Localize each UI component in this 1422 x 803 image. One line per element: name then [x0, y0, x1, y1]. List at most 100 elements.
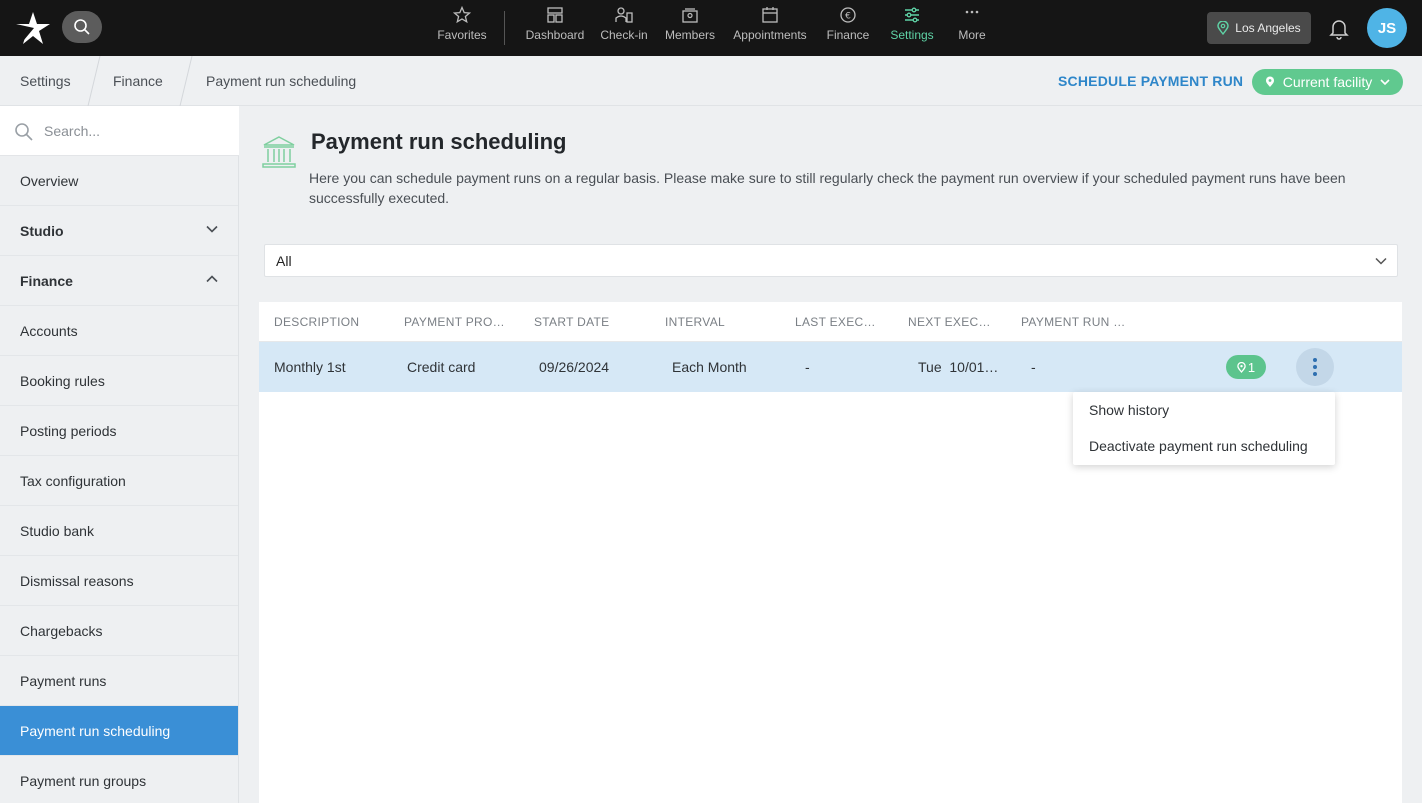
sidebar-item-label: Accounts — [20, 322, 78, 339]
search-icon — [15, 123, 33, 141]
breadcrumb-separator — [179, 56, 193, 106]
sidebar-item-studio[interactable]: Studio — [0, 206, 238, 256]
cell-last-execution: - — [805, 359, 810, 375]
cell-payment-run: - — [1031, 359, 1036, 375]
sidebar-item-payment-runs[interactable]: Payment runs — [0, 656, 238, 706]
dashboard-icon — [547, 7, 563, 23]
bell-icon — [1329, 20, 1349, 40]
current-facility-label: Current facility — [1282, 74, 1373, 90]
star-icon — [453, 6, 471, 24]
map-pin-icon — [1237, 361, 1246, 373]
check-in-icon — [615, 7, 633, 23]
user-avatar[interactable]: JS — [1367, 8, 1407, 48]
menu-item-deactivate-scheduling[interactable]: Deactivate payment run scheduling — [1089, 438, 1308, 454]
sidebar-item-accounts[interactable]: Accounts — [0, 306, 238, 356]
status-filter-select[interactable]: All — [264, 244, 1398, 277]
main-content: Payment run scheduling Here you can sche… — [239, 106, 1422, 803]
cell-interval: Each Month — [672, 359, 747, 375]
column-header-description[interactable]: DESCRIPTION — [274, 315, 359, 329]
table-header: DESCRIPTION PAYMENT PRO… START DATE INTE… — [259, 302, 1402, 342]
settings-sidebar: Overview Studio Finance Accounts Booking… — [0, 106, 239, 803]
column-header-interval[interactable]: INTERVAL — [665, 315, 725, 329]
breadcrumb: Settings Finance Payment run scheduling … — [0, 56, 1422, 106]
chevron-down-icon — [1380, 79, 1390, 86]
breadcrumb-finance[interactable]: Finance — [113, 73, 163, 89]
top-navigation-bar: Favorites Dashboard Check-in Members App… — [0, 0, 1422, 56]
page-title: Payment run scheduling — [311, 129, 567, 154]
members-icon — [682, 8, 698, 23]
page-description: Here you can schedule payment runs on a … — [309, 170, 1346, 206]
app-logo[interactable] — [14, 10, 52, 46]
bank-icon — [262, 136, 296, 168]
sidebar-search — [0, 106, 239, 156]
nav-settings[interactable]: Settings — [886, 6, 938, 50]
cell-payment-profile: Credit card — [407, 359, 476, 375]
more-icon — [965, 10, 979, 14]
column-header-payment-profile[interactable]: PAYMENT PRO… — [404, 315, 505, 329]
sidebar-item-label: Tax configuration — [20, 472, 126, 489]
sidebar-item-tax-configuration[interactable]: Tax configuration — [0, 456, 238, 506]
sliders-icon — [905, 7, 919, 23]
svg-text:€: € — [845, 12, 851, 22]
chevron-down-icon — [1375, 257, 1387, 265]
sidebar-item-payment-run-scheduling[interactable]: Payment run scheduling — [0, 706, 238, 756]
row-actions-button[interactable] — [1296, 348, 1334, 386]
payment-run-schedule-table: DESCRIPTION PAYMENT PRO… START DATE INTE… — [259, 302, 1402, 803]
nav-appointments[interactable]: Appointments — [728, 6, 812, 50]
notifications-button[interactable] — [1327, 16, 1351, 40]
current-facility-selector[interactable]: Current facility — [1252, 69, 1403, 95]
sidebar-item-overview[interactable]: Overview — [0, 156, 238, 206]
nav-more[interactable]: More — [950, 6, 994, 50]
cell-next-execution: Tue 10/01… — [918, 359, 999, 375]
schedule-payment-run-button[interactable]: SCHEDULE PAYMENT RUN — [1058, 73, 1243, 89]
nav-check-in-label: Check-in — [600, 28, 648, 42]
location-label: Los Angeles — [1235, 21, 1301, 35]
sidebar-item-label: Chargebacks — [20, 622, 103, 639]
sidebar-item-chargebacks[interactable]: Chargebacks — [0, 606, 238, 656]
sidebar-item-label: Finance — [20, 272, 73, 289]
sidebar-item-posting-periods[interactable]: Posting periods — [0, 406, 238, 456]
column-header-payment-run[interactable]: PAYMENT RUN … — [1021, 315, 1126, 329]
location-count-badge[interactable]: 1 — [1226, 355, 1266, 379]
column-header-start-date[interactable]: START DATE — [534, 315, 609, 329]
chevron-down-icon — [206, 225, 218, 233]
column-header-next-execution[interactable]: NEXT EXEC… — [908, 315, 991, 329]
sidebar-item-finance[interactable]: Finance — [0, 256, 238, 306]
sidebar-item-label: Overview — [20, 172, 79, 189]
nav-favorites[interactable]: Favorites — [436, 6, 488, 50]
location-selector[interactable]: Los Angeles — [1207, 12, 1311, 44]
breadcrumb-current: Payment run scheduling — [206, 73, 357, 89]
calendar-icon — [762, 7, 778, 23]
sidebar-item-label: Payment run groups — [20, 772, 147, 789]
nav-favorites-label: Favorites — [437, 28, 487, 42]
location-count: 1 — [1247, 359, 1256, 375]
breadcrumb-separator — [87, 56, 101, 106]
chevron-up-icon — [206, 275, 218, 283]
column-header-last-execution[interactable]: LAST EXEC… — [795, 315, 876, 329]
sidebar-item-booking-rules[interactable]: Booking rules — [0, 356, 238, 406]
nav-members[interactable]: Members — [662, 6, 718, 50]
kebab-menu-icon — [1313, 358, 1317, 376]
table-row[interactable]: Monthly 1st Credit card 09/26/2024 Each … — [259, 342, 1402, 392]
sidebar-item-studio-bank[interactable]: Studio bank — [0, 506, 238, 556]
nav-settings-label: Settings — [890, 28, 934, 42]
nav-finance-label: Finance — [826, 28, 870, 42]
global-search-button[interactable] — [62, 11, 102, 43]
status-filter-value: All — [276, 252, 292, 269]
search-icon — [74, 19, 90, 35]
sidebar-search-input[interactable] — [44, 120, 224, 142]
cell-start-date: 09/26/2024 — [539, 359, 610, 375]
nav-check-in[interactable]: Check-in — [598, 6, 650, 50]
breadcrumb-settings[interactable]: Settings — [20, 73, 71, 89]
nav-divider — [504, 11, 505, 45]
nav-appointments-label: Appointments — [733, 28, 807, 42]
sidebar-item-payment-run-groups[interactable]: Payment run groups — [0, 756, 238, 803]
sidebar-item-label: Payment runs — [20, 672, 107, 689]
cell-description: Monthly 1st — [274, 359, 346, 375]
sidebar-item-dismissal-reasons[interactable]: Dismissal reasons — [0, 556, 238, 606]
nav-dashboard[interactable]: Dashboard — [524, 6, 586, 50]
nav-members-label: Members — [664, 28, 715, 42]
nav-finance[interactable]: € Finance — [822, 6, 874, 50]
sidebar-item-label: Studio bank — [20, 522, 94, 539]
menu-item-show-history[interactable]: Show history — [1089, 402, 1169, 418]
